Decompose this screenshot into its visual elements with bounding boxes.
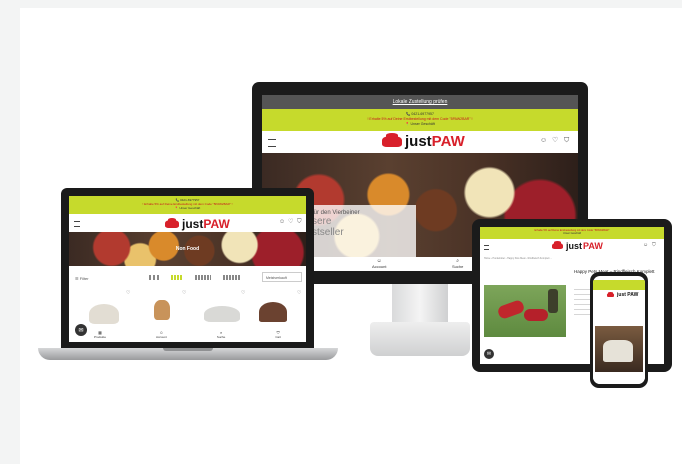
cart-icon[interactable]: ⛉ — [297, 219, 302, 225]
breadcrumb: Home › Hundefutter › Happy Pets Meat - R… — [484, 257, 553, 260]
announcement-bar: 📞 0421-6977957 ! Erhalte 5% auf Deine Er… — [262, 109, 578, 131]
filter-button[interactable]: ☰ Filter — [75, 276, 89, 281]
cart-icon[interactable]: ⛉ — [564, 137, 569, 144]
grid-3-icon[interactable] — [149, 275, 159, 280]
laptop-screen: 📞 0421-6977957 ! Erhalte 5% auf Deine Er… — [69, 196, 306, 342]
announcement-bar — [593, 280, 645, 290]
nav-search[interactable]: ⌕ Suche — [452, 258, 463, 269]
dog-car-logo-icon — [607, 291, 614, 297]
laptop: 📞 0421-6977957 ! Erhalte 5% auf Deine Er… — [61, 188, 314, 348]
phone-hero-image — [595, 326, 643, 372]
local-delivery-bar[interactable]: Lokale Zustellung prüfen — [262, 95, 578, 109]
bottom-nav: ▦ Produkte ☺ Account ⌕ Suche ⛉ Cart — [69, 330, 306, 342]
site-logo[interactable]: just PAW — [607, 291, 638, 298]
announcement-bar: Erhalte 5% auf Deine Erstbestellung mit … — [480, 227, 664, 239]
promo-text: ! Erhalte 5% auf Deine Erstbestellung mi… — [367, 117, 473, 121]
local-delivery-link[interactable]: Lokale Zustellung prüfen — [393, 99, 448, 105]
nav-cart[interactable]: ⛉ Cart — [275, 330, 281, 342]
site-logo[interactable]: just PAW — [165, 217, 230, 231]
laptop-notch — [163, 348, 213, 351]
store-link[interactable]: 📍 Unser Geschäft — [262, 122, 578, 126]
nav-account[interactable]: ☺ Account — [372, 258, 386, 269]
wishlist-icon[interactable]: ♡ — [297, 290, 301, 296]
nav-account[interactable]: ☺ Account — [156, 330, 167, 342]
monitor-base — [370, 322, 470, 356]
smartphone: just PAW — [590, 272, 648, 388]
menu-icon[interactable] — [484, 245, 489, 250]
wishlist-icon[interactable]: ♡ — [241, 290, 245, 296]
wishlist-icon[interactable]: ♡ — [288, 219, 293, 225]
hero-title-1: sere — [312, 216, 332, 227]
store-link[interactable]: Unser Geschäft — [480, 232, 664, 235]
product-card[interactable] — [259, 302, 289, 326]
hero-overlay: für den Vierbeiner sere stseller — [306, 205, 416, 257]
account-icon[interactable]: ☺ — [643, 243, 648, 248]
phone-number[interactable]: 📞 0421-6977957 — [262, 112, 578, 116]
menu-icon[interactable] — [268, 139, 276, 147]
grid-6-icon[interactable] — [223, 275, 241, 280]
site-logo[interactable]: just PAW — [382, 132, 465, 150]
product-card[interactable] — [204, 306, 240, 326]
phone-screen: just PAW — [593, 276, 645, 384]
nav-products[interactable]: ▦ Produkte — [94, 330, 106, 342]
nav-search[interactable]: ⌕ Suche — [217, 330, 226, 342]
account-icon[interactable]: ☺ — [540, 137, 547, 144]
wishlist-icon[interactable]: ♡ — [126, 290, 130, 296]
site-header: just PAW ☺ ⛉ — [480, 239, 664, 253]
category-banner: Non Food — [69, 232, 306, 266]
product-card[interactable] — [149, 300, 175, 326]
grid-4-icon[interactable] — [171, 275, 183, 280]
store-link[interactable]: 📍 Unser Geschäft — [69, 206, 306, 210]
bottom-nav — [593, 374, 645, 384]
dog-car-logo-icon — [552, 241, 563, 249]
site-logo[interactable]: just PAW — [552, 241, 603, 251]
menu-icon[interactable] — [74, 221, 80, 227]
hero-title-2: stseller — [312, 227, 344, 238]
dog-car-logo-icon — [382, 132, 402, 147]
grid-5-icon[interactable] — [195, 275, 211, 280]
wishlist-icon[interactable]: ♡ — [182, 290, 186, 296]
site-header: just PAW ☺ ♡ ⛉ — [69, 214, 306, 232]
account-icon[interactable]: ☺ — [279, 219, 285, 225]
category-title: Non Food — [175, 246, 200, 252]
chat-button[interactable]: ✉ — [484, 349, 494, 359]
cart-icon[interactable]: ⛉ — [652, 243, 656, 248]
announcement-bar: 📞 0421-6977957 ! Erhalte 5% auf Deine Er… — [69, 196, 306, 214]
grid-view-toggles — [149, 275, 241, 280]
product-image — [484, 285, 566, 337]
wishlist-icon[interactable]: ♡ — [552, 137, 558, 144]
chat-button[interactable]: ✉ — [75, 324, 87, 336]
monitor-neck — [392, 284, 448, 324]
product-card[interactable] — [89, 304, 119, 326]
dog-car-logo-icon — [165, 217, 179, 228]
sort-select[interactable]: Meistverkauft — [262, 272, 302, 282]
site-header: just PAW ☺ ♡ ⛉ — [262, 131, 578, 153]
filter-icon: ☰ — [75, 276, 79, 281]
